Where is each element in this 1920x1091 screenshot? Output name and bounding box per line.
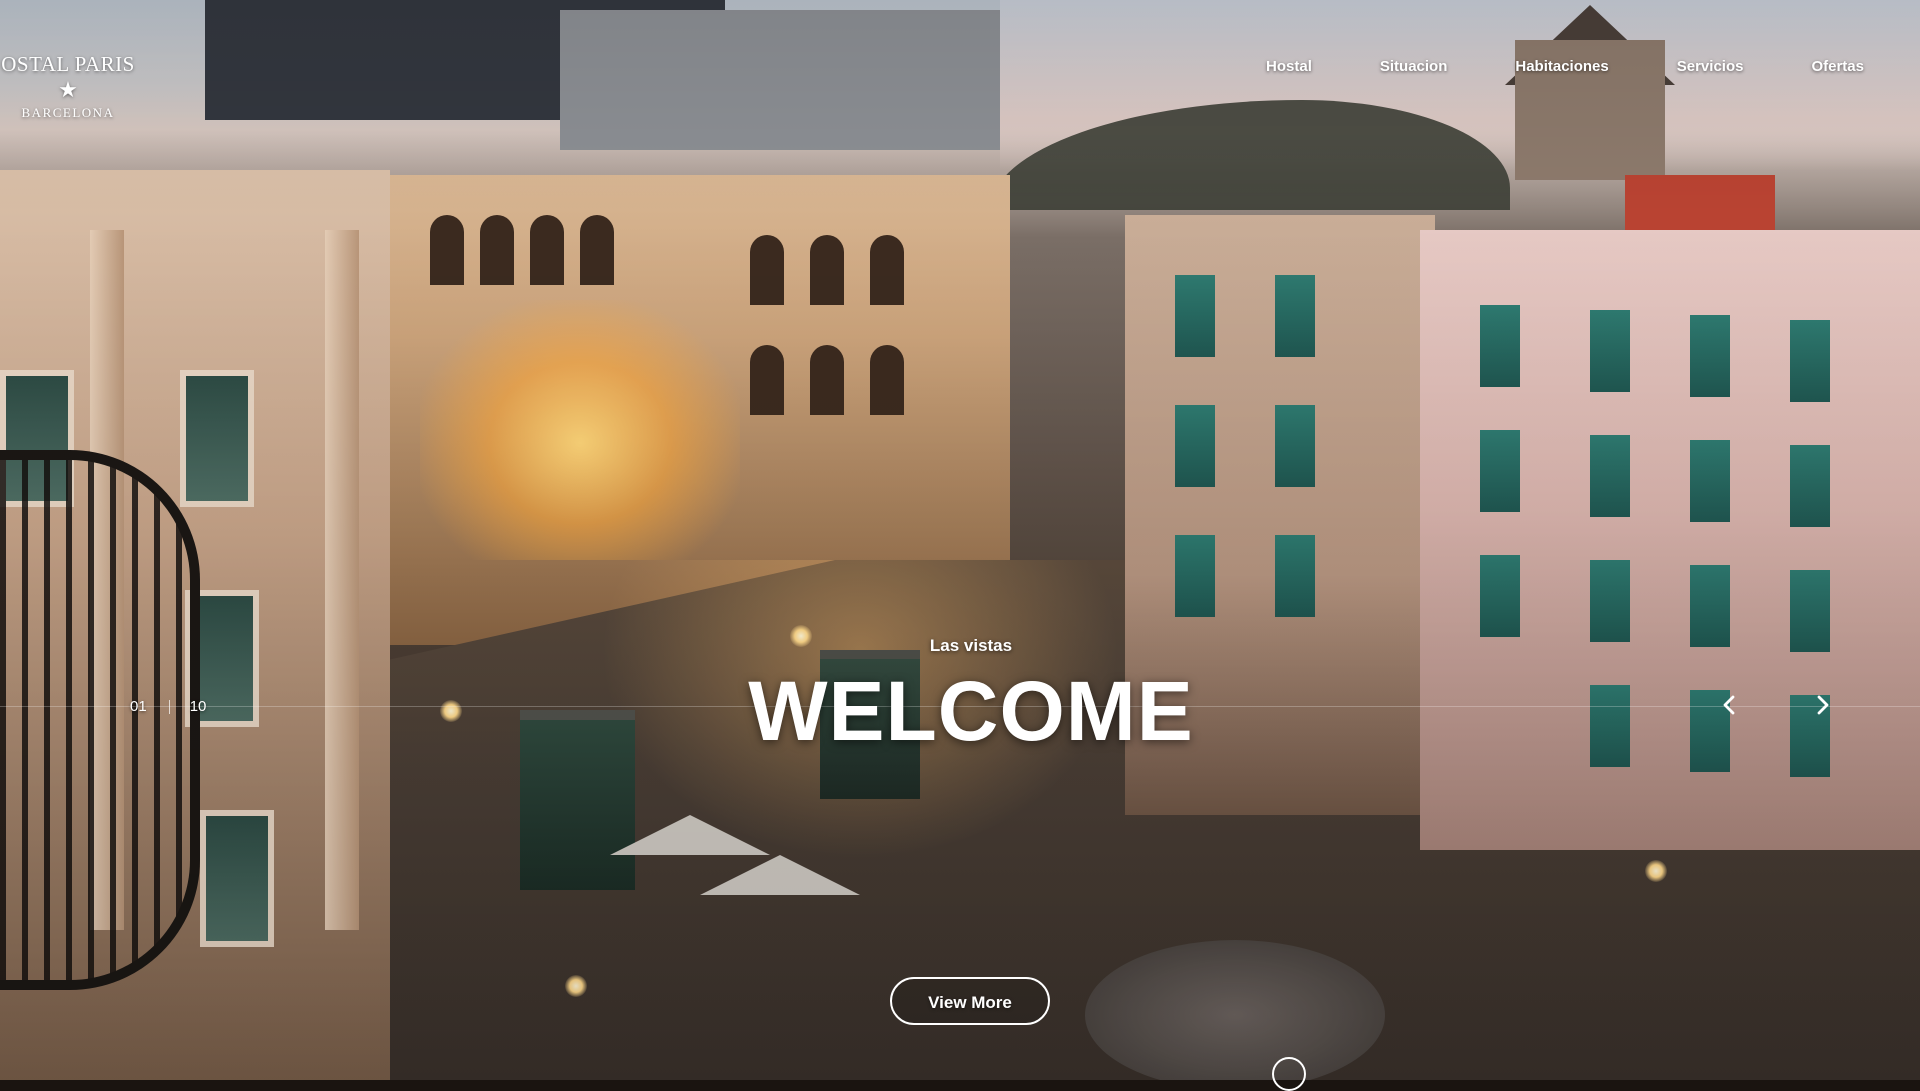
main-navigation: Hostal Situacion Habitaciones Servicios … [1266,58,1864,75]
image-overlay [0,0,1920,1080]
nav-item-hostal[interactable]: Hostal [1266,58,1312,75]
nav-item-situacion[interactable]: Situacion [1380,58,1448,75]
previous-slide-button[interactable] [1714,690,1744,720]
slide-kicker: Las vistas [929,636,1013,655]
slide-headline: WELCOME [748,664,1194,758]
site-logo[interactable]: OSTAL PARIS ★ BARCELONA [0,52,136,121]
hero-background-image [0,0,1920,1080]
logo-name: OSTAL PARIS [1,52,135,76]
logo-city: BARCELONA [21,105,115,120]
chevron-right-icon [1817,695,1829,715]
view-more-button[interactable]: View More [890,977,1050,1025]
nav-item-ofertas[interactable]: Ofertas [1811,58,1864,75]
star-icon: ★ [58,77,78,102]
nav-item-habitaciones[interactable]: Habitaciones [1515,58,1608,75]
nav-item-servicios[interactable]: Servicios [1677,58,1744,75]
next-slide-button[interactable] [1808,690,1838,720]
scroll-down-icon[interactable] [1272,1057,1306,1091]
chevron-left-icon [1723,695,1735,715]
